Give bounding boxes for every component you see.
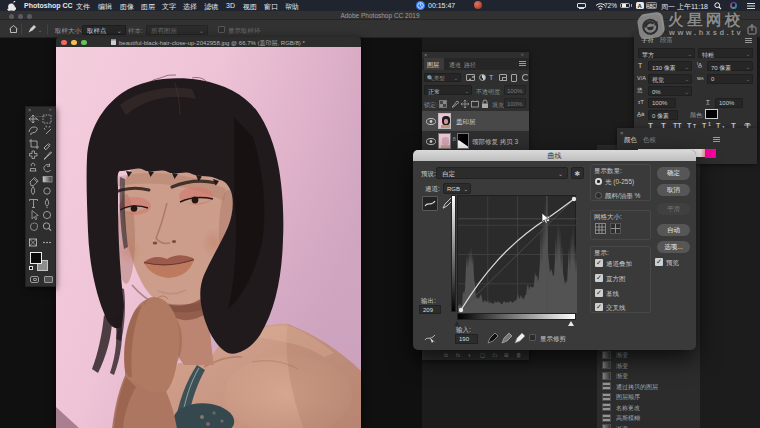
svg-text:1: 1 bbox=[708, 121, 711, 127]
